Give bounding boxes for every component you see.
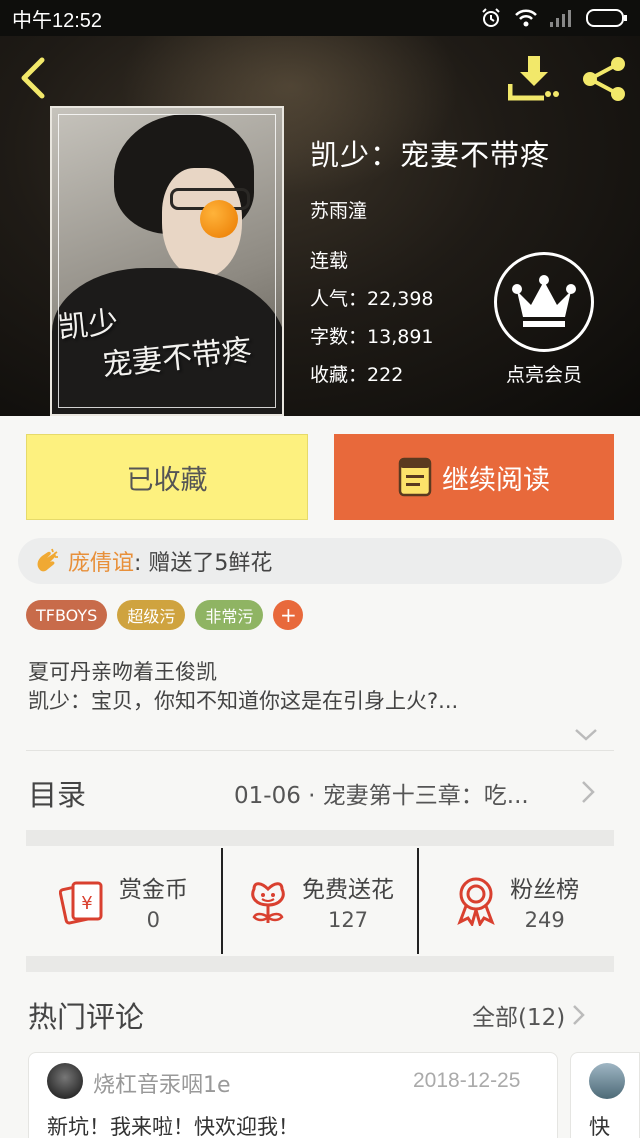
book-status: 连载 [310, 250, 349, 272]
comment-text: 新坑！我来啦！快欢迎我！ [47, 1115, 299, 1138]
comment-date: 2018-12-25 [413, 1069, 521, 1092]
continue-reading-label: 继续阅读 [442, 464, 550, 496]
book-title: 凯少：宠妻不带疼 [310, 138, 551, 172]
comment-card[interactable]: 快 [570, 1052, 640, 1138]
book-icon [398, 457, 432, 497]
reward-coins-text: 赏金币 0 [119, 870, 188, 932]
synopsis-line-1: 夏可丹亲吻着王俊凯 [28, 660, 217, 684]
free-flower-text: 免费送花 127 [302, 870, 394, 932]
comment-text: 快 [589, 1115, 610, 1138]
stats-row: ¥ 赏金币 0 免费送花 127 粉丝榜 249 [26, 848, 614, 954]
fan-ranking-stat[interactable]: 粉丝榜 249 [417, 848, 614, 954]
gift-user[interactable]: 庞倩谊 [68, 545, 134, 577]
alarm-icon [482, 8, 500, 27]
status-time: 中午12:52 [12, 9, 103, 32]
collected-button[interactable]: 已收藏 [26, 434, 308, 520]
back-arrow-icon [21, 57, 45, 99]
fan-ranking-count: 249 [524, 908, 565, 932]
book-info: 凯少：宠妻不带疼 苏雨潼 连载 人气：22,398 字数：13,891 收藏：2… [310, 132, 551, 386]
reward-coins-count: 0 [146, 908, 161, 932]
tag-super-dirty[interactable]: 超级污 [117, 600, 186, 630]
status-bar: 中午12:52 [0, 0, 640, 36]
word-count-label: 字数： [310, 326, 368, 348]
status-icons [480, 7, 628, 29]
word-count-value: 13,891 [367, 326, 434, 348]
vip-circle [494, 252, 594, 352]
book-meta: 连载 人气：22,398 字数：13,891 收藏：222 [310, 242, 434, 394]
free-flower-stat[interactable]: 免费送花 127 [220, 848, 418, 954]
favorites-label: 收藏： [310, 364, 368, 386]
book-cover[interactable]: 凯少 宠妻不带疼 [50, 106, 284, 416]
hot-comments-title: 热门评论 [28, 1000, 145, 1034]
free-flower-label: 免费送花 [302, 877, 394, 903]
download-icon [507, 56, 559, 101]
all-comments-label: 全部(12) [472, 1005, 566, 1031]
reward-coins-label: 赏金币 [118, 877, 188, 903]
free-flower-count: 127 [327, 908, 369, 932]
gift-notice[interactable]: 庞倩谊 : 赠送了5鲜花 [18, 538, 622, 584]
section-separator [26, 956, 614, 972]
chevron-right-icon [573, 1005, 585, 1025]
vip-label: 点亮会员 [505, 364, 582, 386]
crown-icon [512, 275, 576, 327]
share-icon [583, 57, 625, 101]
chevron-right-icon [582, 781, 595, 803]
popularity-value: 22,398 [367, 288, 434, 310]
battery-icon [586, 9, 627, 27]
flower-icon [251, 882, 285, 923]
wifi-icon [515, 9, 537, 27]
signal-icon [550, 10, 571, 27]
fan-ranking-text: 粉丝榜 249 [510, 870, 579, 932]
add-tag-button[interactable]: + [273, 600, 304, 630]
svg-text:¥: ¥ [81, 893, 92, 914]
book-word-count: 字数：13,891 [310, 318, 434, 356]
download-button[interactable] [507, 54, 560, 102]
fan-ranking-label: 粉丝榜 [510, 877, 580, 903]
book-author[interactable]: 苏雨潼 [310, 196, 367, 223]
gift-text: : 赠送了5鲜花 [134, 551, 273, 576]
avatar[interactable] [47, 1063, 83, 1099]
clap-icon [37, 548, 58, 572]
divider [26, 750, 614, 751]
tag-list: TFBOYS 超级污 非常污 + [26, 600, 304, 630]
comment-username[interactable]: 烧杠音汞咽1e [93, 1067, 231, 1099]
reward-coins-stat[interactable]: ¥ 赏金币 0 [26, 848, 221, 954]
all-comments-link[interactable]: 全部(12) [472, 998, 587, 1032]
comment-card[interactable]: 烧杠音汞咽1e 2018-12-25 新坑！我来啦！快欢迎我！ [28, 1052, 558, 1138]
popularity-label: 人气： [310, 288, 368, 310]
share-button[interactable] [580, 54, 630, 104]
vip-button[interactable]: 点亮会员 [492, 252, 596, 387]
table-of-contents-row[interactable]: 目录 01-06 · 宠妻第十三章：吃... [0, 752, 640, 830]
book-favorites: 收藏：222 [310, 356, 434, 394]
avatar[interactable] [589, 1063, 625, 1099]
synopsis[interactable]: 夏可丹亲吻着王俊凯 凯少：宝贝，你知不知道你这是在引身上火?... [28, 658, 608, 716]
latest-chapter: 01-06 · 宠妻第十三章：吃... [234, 783, 529, 809]
section-separator [26, 830, 614, 846]
continue-reading-button[interactable]: 继续阅读 [334, 434, 614, 520]
collected-label: 已收藏 [126, 464, 208, 496]
favorites-value: 222 [367, 364, 404, 386]
book-popularity: 人气：22,398 [310, 280, 434, 318]
red-envelope-icon: ¥ [58, 881, 103, 925]
toc-label: 目录 [28, 778, 87, 812]
tag-tfboys[interactable]: TFBOYS [26, 600, 108, 630]
medal-icon [457, 877, 495, 926]
tag-very-dirty[interactable]: 非常污 [195, 600, 264, 630]
back-button[interactable] [14, 56, 54, 100]
book-header: 凯少 宠妻不带疼 凯少：宠妻不带疼 苏雨潼 连载 人气：22,398 字数：13… [0, 36, 640, 416]
synopsis-line-2: 凯少：宝贝，你知不知道你这是在引身上火?... [28, 689, 459, 713]
chevron-down-icon[interactable] [572, 722, 600, 746]
